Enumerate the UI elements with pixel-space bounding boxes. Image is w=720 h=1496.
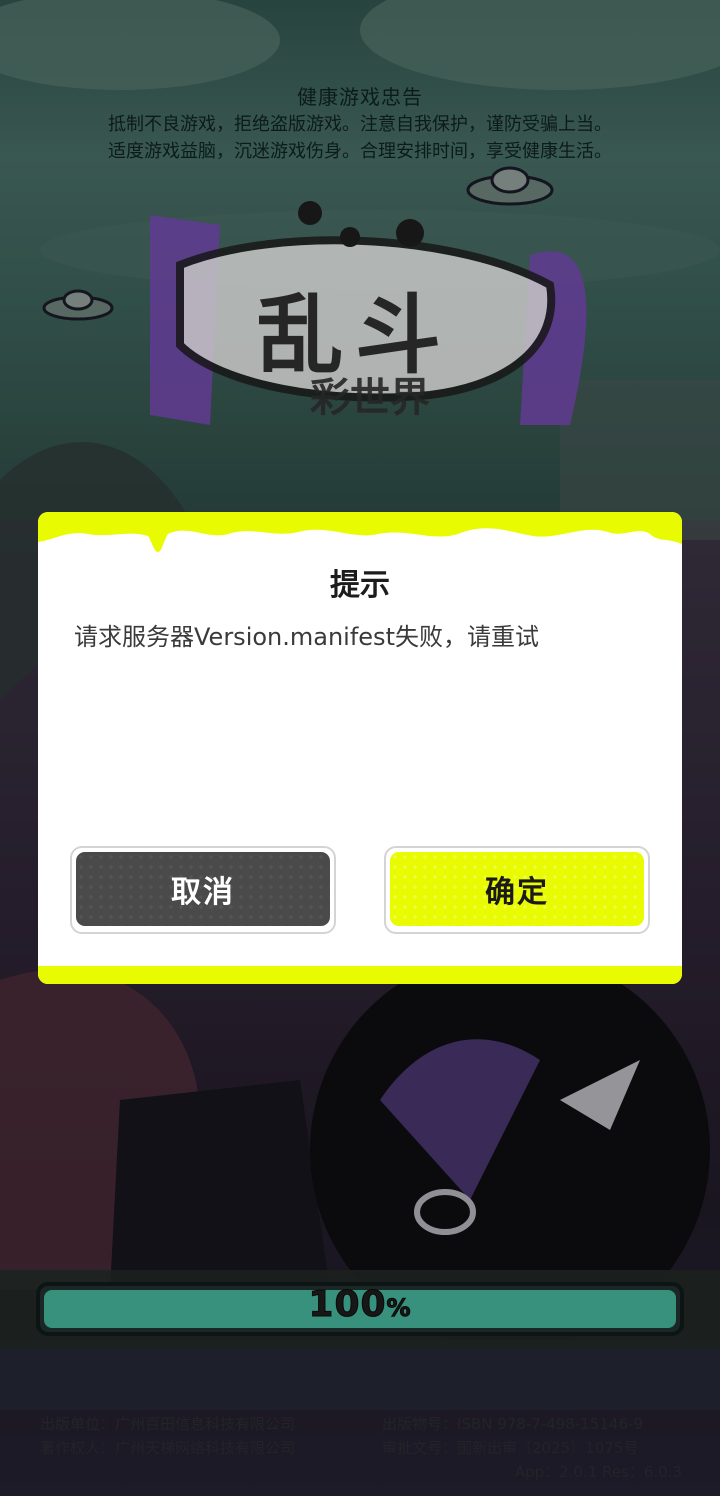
game-screen: 健康游戏忠告 抵制不良游戏，拒绝盗版游戏。注意自我保护，谨防受骗上当。 适度游戏…: [0, 0, 720, 1496]
confirm-button-label: 确定: [390, 852, 644, 926]
dialog-slime-bottom: [38, 966, 682, 984]
dialog-title: 提示: [330, 568, 390, 603]
cancel-button[interactable]: 取消: [70, 846, 336, 934]
dialog-message: 请求服务器Version.manifest失败，请重试: [74, 623, 539, 651]
cancel-button-label: 取消: [76, 852, 330, 926]
confirm-button[interactable]: 确定: [384, 846, 650, 934]
alert-dialog: 提示 请求服务器Version.manifest失败，请重试 取消 确定: [38, 512, 682, 984]
dialog-slime-top: [38, 512, 682, 552]
